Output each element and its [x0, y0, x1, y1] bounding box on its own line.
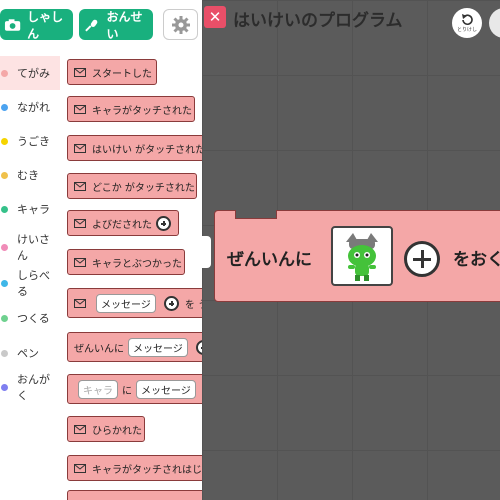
block-called[interactable]: よびだされた: [67, 210, 179, 236]
envelope-icon: [74, 298, 86, 308]
block-notch: [235, 210, 277, 219]
character-slot[interactable]: キャラ: [78, 379, 118, 399]
gear-icon: [171, 15, 190, 34]
category-ongaku[interactable]: おんがく: [0, 370, 60, 404]
add-icon[interactable]: [404, 241, 440, 277]
workspace-block-broadcast[interactable]: ぜんいんに をおく: [214, 210, 500, 302]
message-slot[interactable]: メッセージ: [96, 293, 156, 313]
top-toolbar: しゃしん おんせい: [0, 0, 202, 50]
category-color-dot: [1, 243, 8, 251]
settings-button[interactable]: [163, 9, 198, 40]
category-tegami[interactable]: てがみ: [0, 56, 60, 90]
block-character-touch-start[interactable]: キャラがタッチされはじ: [67, 455, 202, 481]
category-label: おんがく: [17, 373, 50, 402]
block-label: ひらかれた: [92, 425, 142, 437]
category-color-dot: [1, 171, 8, 179]
add-icon[interactable]: [163, 295, 179, 311]
block-start[interactable]: スタートした: [67, 59, 157, 85]
character-slot[interactable]: [331, 226, 393, 286]
message-slot[interactable]: メッセージ: [128, 337, 188, 357]
palette-collapse-handle[interactable]: [202, 236, 211, 268]
block-label: よびだされた: [92, 219, 152, 231]
add-icon[interactable]: [156, 215, 171, 231]
category-color-dot: [1, 279, 8, 287]
undo-label: とりけし: [456, 27, 477, 33]
block-character-touched[interactable]: キャラがタッチされた: [67, 96, 195, 122]
block-label: ぜんいんに: [227, 250, 312, 270]
block-label: はいけい がタッチされた: [92, 144, 202, 156]
message-slot[interactable]: メッセージ: [136, 379, 196, 399]
category-color-dot: [1, 69, 8, 77]
block-label: キャラとぶつかった: [92, 258, 182, 270]
microphone-icon: [85, 19, 98, 32]
category-keisan[interactable]: けいさん: [0, 230, 60, 264]
category-label: つくる: [17, 312, 50, 325]
block-label: に: [122, 385, 132, 397]
undo-button[interactable]: とりけし: [452, 8, 482, 38]
envelope-icon: [74, 463, 86, 473]
envelope-icon: [74, 67, 86, 77]
close-button[interactable]: ✕: [204, 6, 226, 28]
category-label: ペン: [17, 347, 39, 360]
category-label: しらべる: [17, 269, 50, 298]
block-label: ぜんいんに: [74, 343, 124, 355]
envelope-icon: [74, 104, 86, 114]
category-muki[interactable]: むき: [0, 158, 60, 192]
envelope-icon: [74, 424, 86, 434]
block-opened[interactable]: ひらかれた: [67, 416, 145, 442]
category-label: てがみ: [17, 67, 50, 80]
category-nagare[interactable]: ながれ: [0, 90, 60, 124]
block-broadcast-all[interactable]: ぜんいんに メッセージ: [67, 332, 202, 362]
photo-button-label: しゃしん: [27, 9, 64, 41]
category-tsukuru[interactable]: つくる: [0, 301, 60, 335]
block-label: キャラがタッチされた: [92, 105, 192, 117]
undo-icon: [462, 14, 473, 26]
block-label: スタートした: [92, 68, 152, 80]
block-anywhere-touched[interactable]: どこか がタッチされた: [67, 173, 197, 199]
category-color-dot: [1, 314, 8, 322]
block-character-collided[interactable]: キャラとぶつかった: [67, 249, 185, 275]
block-send-to-character[interactable]: キャラにメッセージ: [67, 374, 202, 404]
block-label: をおく: [453, 250, 500, 270]
category-color-dot: [1, 137, 8, 145]
category-color-dot: [1, 103, 8, 111]
block-palette: スタートした キャラがタッチされた はいけい がタッチされた どこか がタッチさ…: [60, 50, 202, 500]
close-icon: ✕: [208, 8, 222, 26]
category-kyara[interactable]: キャラ: [0, 192, 60, 226]
category-label: キャラ: [17, 203, 50, 216]
category-label: ながれ: [17, 101, 50, 114]
sound-button-label: おんせい: [106, 9, 143, 41]
block-background-touched[interactable]: はいけい がタッチされた: [67, 135, 202, 161]
block-message-received[interactable]: メッセージ を う: [67, 288, 202, 318]
category-color-dot: [1, 383, 8, 391]
sound-button[interactable]: おんせい: [79, 9, 153, 41]
category-label: うごき: [17, 135, 50, 148]
category-list: てがみ ながれ うごき むき キャラ けいさん しらべる つくる ペン おんがく: [0, 50, 61, 500]
envelope-icon: [74, 181, 86, 191]
envelope-icon: [74, 257, 86, 267]
block-label: を う: [184, 299, 202, 311]
envelope-icon: [74, 218, 86, 228]
block-label: キャラがタッチされはじ: [92, 464, 202, 476]
character-thumbnail-icon: [346, 233, 378, 281]
page-title: はいけいのプログラム: [233, 11, 403, 31]
category-shiraberu[interactable]: しらべる: [0, 266, 60, 300]
block-label: どこか がタッチされた: [92, 182, 195, 194]
category-pen[interactable]: ペン: [0, 336, 60, 370]
category-color-dot: [1, 205, 8, 213]
envelope-icon: [74, 143, 86, 153]
photo-button[interactable]: しゃしん: [0, 9, 73, 41]
block-partial[interactable]: [67, 490, 202, 500]
category-label: むき: [17, 169, 39, 182]
camera-icon: [4, 18, 21, 31]
category-color-dot: [1, 349, 8, 357]
category-label: けいさん: [17, 233, 50, 262]
category-ugoki[interactable]: うごき: [0, 124, 60, 158]
